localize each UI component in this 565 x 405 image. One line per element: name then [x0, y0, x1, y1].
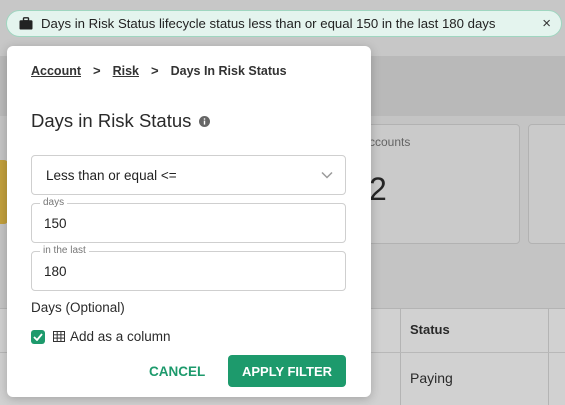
- days-input[interactable]: [44, 212, 334, 234]
- table-icon: [53, 331, 65, 342]
- in-the-last-field-label: in the last: [40, 245, 89, 256]
- close-icon[interactable]: ×: [542, 16, 551, 31]
- breadcrumb: Account > Risk > Days In Risk Status: [31, 63, 287, 78]
- active-filter-chip[interactable]: Days in Risk Status lifecycle status les…: [6, 10, 562, 37]
- apply-filter-button[interactable]: APPLY FILTER: [228, 355, 346, 387]
- filter-chip-text: Days in Risk Status lifecycle status les…: [41, 16, 496, 31]
- breadcrumb-account[interactable]: Account: [31, 64, 81, 78]
- in-the-last-field: in the last: [31, 245, 346, 291]
- chevron-down-icon: [321, 171, 333, 179]
- operator-select-value: Less than or equal <=: [46, 167, 177, 183]
- check-icon: [33, 332, 43, 341]
- in-the-last-input[interactable]: [44, 260, 334, 282]
- breadcrumb-current: Days In Risk Status: [170, 63, 287, 78]
- days-field: days: [31, 197, 346, 243]
- add-as-column-label: Add as a column: [70, 329, 171, 344]
- breadcrumb-risk[interactable]: Risk: [113, 64, 139, 78]
- panel-title-text: Days in Risk Status: [31, 110, 192, 131]
- breadcrumb-separator: >: [151, 63, 159, 78]
- info-icon[interactable]: [199, 115, 211, 127]
- add-as-column-row: Add as a column: [31, 329, 171, 344]
- panel-title: Days in Risk Status: [31, 110, 211, 132]
- add-as-column-checkbox[interactable]: [31, 329, 45, 344]
- briefcase-icon: [19, 17, 33, 30]
- operator-select[interactable]: Less than or equal <=: [31, 155, 346, 195]
- breadcrumb-separator: >: [93, 63, 101, 78]
- days-field-label: days: [40, 197, 68, 208]
- filter-editor-panel: Account > Risk > Days In Risk Status Day…: [7, 46, 371, 397]
- days-optional-label: Days (Optional): [31, 300, 125, 315]
- cancel-button[interactable]: CANCEL: [147, 357, 207, 385]
